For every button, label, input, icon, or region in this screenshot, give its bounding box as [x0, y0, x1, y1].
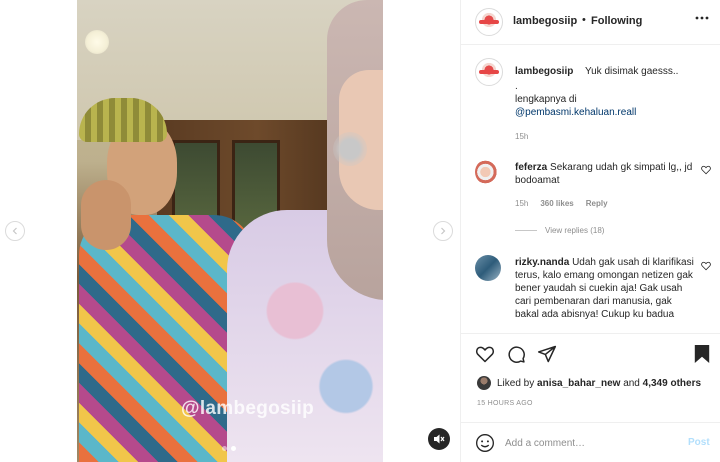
divider: [515, 230, 537, 231]
media-area: @lambegosiip: [0, 0, 460, 462]
chevron-left-icon[interactable]: [5, 221, 25, 241]
header-separator: •: [582, 14, 586, 26]
video-scene-lamp: [85, 30, 109, 54]
comment-username[interactable]: feferza: [515, 162, 547, 173]
comment-likes[interactable]: 360 likes: [540, 199, 573, 208]
send-icon[interactable]: [537, 344, 557, 369]
avatar[interactable]: [475, 255, 501, 281]
avatar[interactable]: [475, 159, 501, 185]
comments-list[interactable]: lambegosiip Yuk disimak gaesss.. . lengk…: [461, 46, 720, 333]
post-timestamp[interactable]: 15 HOURS AGO: [477, 400, 533, 407]
avatar[interactable]: [475, 58, 503, 86]
likes-prefix: Liked by: [497, 378, 535, 389]
comment-icon[interactable]: [506, 344, 526, 369]
caption-text: Yuk disimak gaesss..: [585, 66, 679, 77]
speaker-muted-icon[interactable]: [428, 428, 450, 450]
comment-body: rizky.nanda Udah gak usah di klarifikasi…: [515, 256, 695, 321]
avatar[interactable]: [475, 8, 503, 36]
caption-timestamp[interactable]: 15h: [515, 132, 528, 141]
likes-middle: and: [623, 378, 640, 389]
more-horizontal-icon[interactable]: [694, 10, 710, 31]
heart-icon[interactable]: [701, 165, 711, 178]
video-watermark: @lambegosiip: [181, 398, 314, 419]
carousel-indicator: [222, 446, 236, 451]
reply-button[interactable]: Reply: [586, 199, 608, 208]
video-person-left-hand: [81, 180, 131, 250]
comment-timestamp: 15h: [515, 199, 529, 208]
caption-mention-link[interactable]: @pembasmi.kehaluan.reall: [515, 107, 636, 118]
chevron-right-icon[interactable]: [433, 221, 453, 241]
comment-body: feferza Sekarang udah gk simpati lg,, jd…: [515, 161, 695, 187]
video-blur-spot: [333, 132, 367, 166]
carousel-dot-active: [231, 446, 236, 451]
emoji-icon[interactable]: [475, 433, 495, 458]
caption-username[interactable]: lambegosiip: [515, 66, 573, 77]
post-actions: [461, 333, 720, 373]
comment-meta: 15h 360 likes Reply: [515, 199, 608, 208]
view-replies-button[interactable]: View replies (18): [515, 226, 604, 235]
post-button[interactable]: Post: [688, 437, 710, 448]
post-video[interactable]: @lambegosiip: [77, 0, 383, 462]
caption-dot-line: .: [515, 81, 518, 92]
likes-others-link[interactable]: 4,349 others: [643, 378, 701, 389]
view-replies-label: View replies (18): [545, 226, 605, 235]
caption-line: lengkapnya di: [515, 94, 577, 105]
avatar-logo-band: [479, 20, 499, 24]
likes-user-link[interactable]: anisa_bahar_new: [537, 378, 620, 389]
instagram-post-modal: @lambegosiip lambegosiip • Following lam…: [0, 0, 720, 462]
add-comment-bar: Post: [461, 422, 720, 462]
likes-text: Liked by anisa_bahar_new and 4,349 other…: [497, 378, 701, 389]
following-button[interactable]: Following: [591, 15, 642, 27]
likes-summary: Liked by anisa_bahar_new and 4,349 other…: [461, 373, 720, 393]
heart-icon[interactable]: [701, 261, 711, 274]
heart-icon[interactable]: [475, 344, 495, 369]
carousel-dot: [222, 446, 227, 451]
header-username[interactable]: lambegosiip: [513, 15, 577, 27]
post-header: lambegosiip • Following: [461, 0, 720, 45]
bookmark-icon[interactable]: [693, 344, 711, 369]
comment-input[interactable]: [505, 435, 675, 451]
avatar-logo-band: [479, 70, 499, 74]
avatar[interactable]: [477, 376, 491, 390]
post-side-panel: lambegosiip • Following lambegosiip Yuk …: [460, 0, 720, 462]
comment-username[interactable]: rizky.nanda: [515, 257, 569, 268]
